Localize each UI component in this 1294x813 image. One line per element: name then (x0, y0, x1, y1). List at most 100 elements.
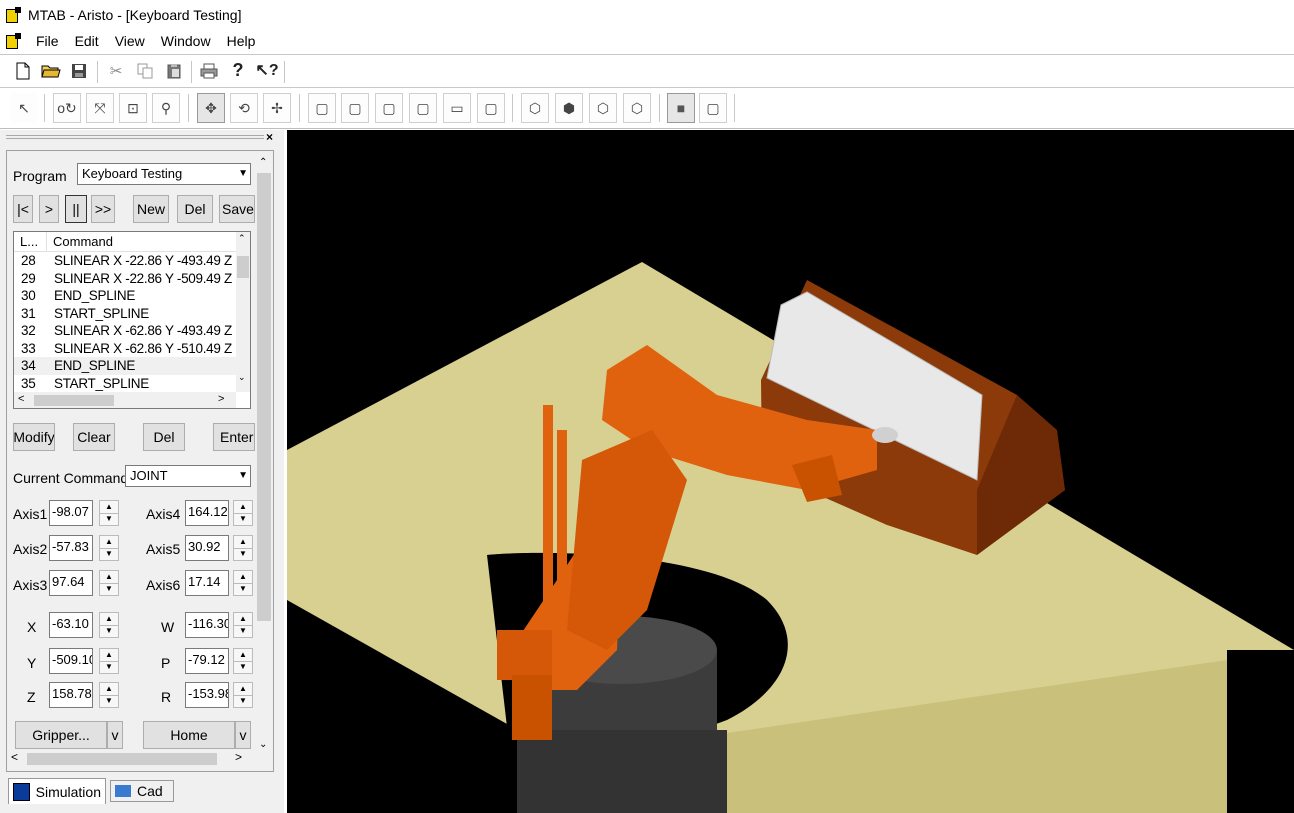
arrow-down-icon[interactable]: ▼ (234, 513, 252, 525)
table-row[interactable]: 31 START_SPLINE (14, 305, 236, 323)
context-help-icon[interactable]: ↖? (255, 58, 279, 82)
save-program-button[interactable]: Save (219, 195, 255, 223)
panel-close-icon[interactable]: × (266, 130, 273, 144)
3d-viewport[interactable] (287, 130, 1294, 813)
arrow-down-icon[interactable]: ▼ (100, 695, 118, 707)
axis3-field[interactable]: 97.64 (49, 570, 93, 596)
pause-button[interactable]: || (65, 195, 87, 223)
print-icon[interactable] (197, 59, 221, 83)
column-header-line[interactable]: L... (14, 232, 47, 251)
gripper-button[interactable]: Gripper... (15, 721, 107, 749)
select-arrow-icon[interactable]: ↖ (10, 93, 38, 123)
scroll-up-icon[interactable]: ⌃ (259, 157, 267, 168)
tab-simulation[interactable]: Simulation (8, 778, 106, 804)
view-front-icon[interactable]: ▢ (308, 93, 336, 123)
table-row[interactable]: 29 SLINEAR X -22.86 Y -509.49 Z (14, 270, 236, 288)
arrow-down-icon[interactable]: ▼ (100, 661, 118, 673)
list-horizontal-scrollbar[interactable]: < > (14, 392, 236, 408)
x-stepper[interactable]: ▲ ▼ (99, 612, 119, 638)
paste-icon[interactable] (162, 59, 186, 83)
arrow-down-icon[interactable]: ▼ (100, 583, 118, 595)
open-folder-icon[interactable] (39, 59, 63, 83)
y-field[interactable]: -509.10 (49, 648, 93, 674)
view-iso2-icon[interactable]: ⬢ (555, 93, 583, 123)
view-left-icon[interactable]: ▢ (375, 93, 403, 123)
axis6-field[interactable]: 17.14 (185, 570, 229, 596)
help-icon[interactable]: ? (226, 58, 250, 82)
scroll-thumb[interactable] (257, 173, 271, 621)
menu-file[interactable]: File (28, 33, 67, 49)
solid-shading-icon[interactable]: ■ (667, 93, 695, 123)
zoom-icon[interactable]: ⚲ (152, 93, 180, 123)
axis3-stepper[interactable]: ▲ ▼ (99, 570, 119, 596)
scroll-left-icon[interactable]: < (18, 393, 24, 405)
axis2-stepper[interactable]: ▲ ▼ (99, 535, 119, 561)
column-header-command[interactable]: Command (47, 232, 233, 251)
z-stepper[interactable]: ▲ ▼ (99, 682, 119, 708)
arrow-down-icon[interactable]: ▼ (234, 583, 252, 595)
table-row[interactable]: 35 START_SPLINE (14, 375, 236, 391)
tab-cad[interactable]: Cad (110, 780, 174, 802)
scroll-thumb[interactable] (34, 395, 114, 406)
arrow-down-icon[interactable]: ▼ (234, 695, 252, 707)
arrow-down-icon[interactable]: ▼ (100, 548, 118, 560)
axis2-field[interactable]: -57.83 (49, 535, 93, 561)
axis1-field[interactable]: -98.07 (49, 500, 93, 526)
menu-edit[interactable]: Edit (67, 33, 107, 49)
home-menu-button[interactable]: v (235, 721, 251, 749)
menu-window[interactable]: Window (153, 33, 219, 49)
new-file-icon[interactable] (11, 59, 35, 83)
view-top-icon[interactable]: ▭ (443, 93, 471, 123)
menu-view[interactable]: View (107, 33, 153, 49)
pivot-icon[interactable]: o↻ (53, 93, 81, 123)
axis5-stepper[interactable]: ▲ ▼ (233, 535, 253, 561)
axis4-field[interactable]: 164.12 (185, 500, 229, 526)
view-bottom-icon[interactable]: ▢ (477, 93, 505, 123)
zoom-extents-icon[interactable]: ⤧ (86, 93, 114, 123)
x-field[interactable]: -63.10 (49, 612, 93, 638)
step-forward-button[interactable]: > (39, 195, 59, 223)
p-field[interactable]: -79.12 (185, 648, 229, 674)
rotate-icon[interactable]: ⟲ (230, 93, 258, 123)
copy-icon[interactable] (133, 59, 157, 83)
arrow-down-icon[interactable]: ▼ (234, 661, 252, 673)
current-command-select[interactable]: JOINT ▼ (125, 465, 251, 487)
save-icon[interactable] (67, 59, 91, 83)
wireframe-icon[interactable]: ▢ (699, 93, 727, 123)
table-row[interactable]: 32 SLINEAR X -62.86 Y -493.49 Z (14, 322, 236, 340)
panel-vertical-scrollbar[interactable]: ⌃ ⌄ (255, 155, 273, 755)
delete-command-button[interactable]: Del (143, 423, 185, 451)
axis4-stepper[interactable]: ▲ ▼ (233, 500, 253, 526)
move-icon[interactable]: ✢ (263, 93, 291, 123)
home-button[interactable]: Home (143, 721, 235, 749)
panel-grip[interactable] (6, 135, 264, 139)
view-iso3-icon[interactable]: ⬡ (589, 93, 617, 123)
w-field[interactable]: -116.30 (185, 612, 229, 638)
arrow-down-icon[interactable]: ▼ (234, 625, 252, 637)
table-row[interactable]: 33 SLINEAR X -62.86 Y -510.49 Z (14, 340, 236, 358)
first-step-button[interactable]: |< (13, 195, 33, 223)
axis6-stepper[interactable]: ▲ ▼ (233, 570, 253, 596)
command-list[interactable]: L... Command 28 SLINEAR X -22.86 Y -493.4… (13, 231, 251, 409)
delete-program-button[interactable]: Del (177, 195, 213, 223)
fast-forward-button[interactable]: >> (91, 195, 115, 223)
scroll-thumb[interactable] (237, 256, 249, 278)
scroll-down-icon[interactable]: ⌄ (259, 739, 267, 750)
scroll-down-icon[interactable]: ⌄ (238, 372, 246, 383)
axis5-field[interactable]: 30.92 (185, 535, 229, 561)
new-program-button[interactable]: New (133, 195, 169, 223)
arrow-down-icon[interactable]: ▼ (100, 625, 118, 637)
w-stepper[interactable]: ▲ ▼ (233, 612, 253, 638)
gripper-menu-button[interactable]: v (107, 721, 123, 749)
list-vertical-scrollbar[interactable]: ⌃ ⌄ (236, 232, 250, 392)
modify-button[interactable]: Modify (13, 423, 55, 451)
table-row[interactable]: 30 END_SPLINE (14, 287, 236, 305)
scroll-thumb[interactable] (27, 753, 217, 765)
enter-button[interactable]: Enter (213, 423, 255, 451)
program-select[interactable]: Keyboard Testing ▼ (77, 163, 251, 185)
r-stepper[interactable]: ▲ ▼ (233, 682, 253, 708)
scroll-left-icon[interactable]: < (11, 750, 18, 764)
scroll-up-icon[interactable]: ⌃ (238, 233, 246, 244)
mdi-document-icon[interactable] (6, 33, 22, 49)
menu-help[interactable]: Help (219, 33, 264, 49)
